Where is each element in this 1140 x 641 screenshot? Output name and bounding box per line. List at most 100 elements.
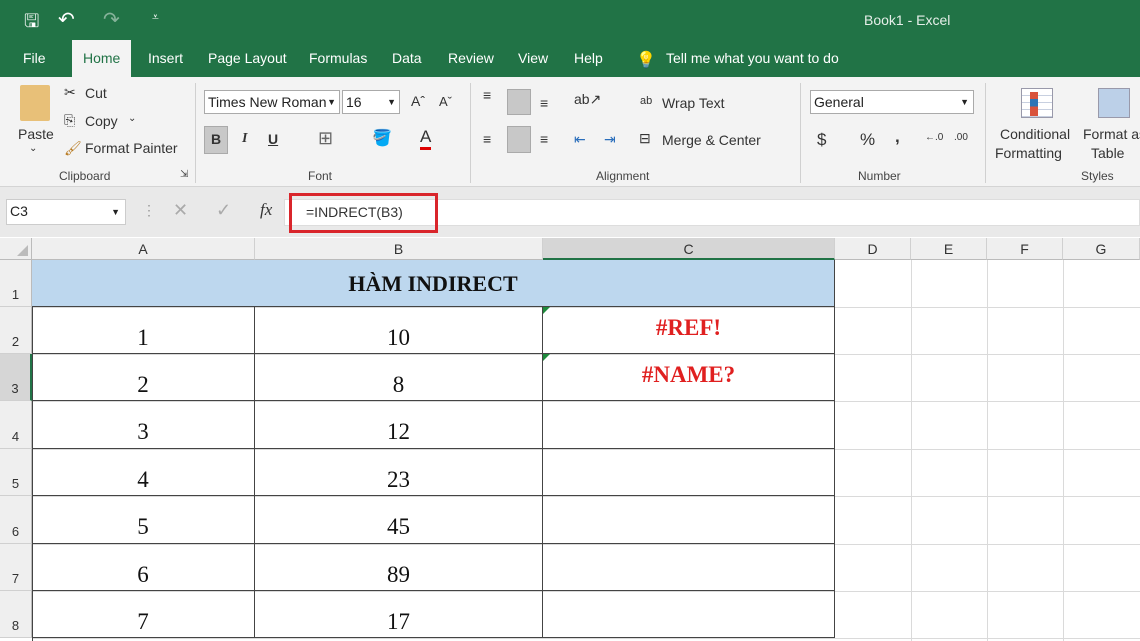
value-cell[interactable]: 17 — [255, 591, 543, 638]
borders-icon[interactable]: ⊞ — [318, 128, 333, 149]
increase-decimal-icon[interactable]: ←.0 — [925, 132, 943, 143]
conditional-formatting-label2[interactable]: Formatting — [995, 145, 1062, 161]
index-cell[interactable]: 1 — [32, 307, 255, 354]
copy-dropdown-icon[interactable]: ⌄ — [128, 113, 136, 124]
result-cell[interactable] — [543, 496, 835, 544]
value-cell[interactable]: 89 — [255, 544, 543, 591]
row-header-5[interactable]: 5 — [0, 449, 32, 496]
value-cell[interactable]: 10 — [255, 307, 543, 354]
title-bar: 🖫 ↶ ↷ ⩡ Book1 - Excel — [0, 0, 1140, 40]
underline-button[interactable]: U — [268, 131, 278, 147]
result-cell[interactable] — [543, 401, 835, 449]
column-header-b[interactable]: B — [255, 238, 543, 260]
error-indicator-icon[interactable] — [543, 354, 550, 361]
paste-dropdown-icon[interactable]: ⌄ — [29, 143, 37, 154]
row-header-1[interactable]: 1 — [0, 260, 32, 307]
index-cell[interactable]: 2 — [32, 354, 255, 401]
increase-font-size-icon[interactable]: Aˆ — [411, 93, 425, 109]
wrap-text-button[interactable]: Wrap Text — [662, 95, 725, 111]
bold-button[interactable]: B — [211, 131, 221, 147]
currency-button[interactable]: $ — [817, 130, 826, 150]
clipboard-launcher-icon[interactable]: ⇲ — [180, 169, 188, 180]
merge-center-button[interactable]: Merge & Center — [662, 132, 761, 148]
undo-icon[interactable]: ↶ — [58, 7, 75, 32]
customize-qat-icon[interactable]: ⩡ — [152, 10, 159, 25]
tab-data[interactable]: Data — [392, 50, 422, 66]
column-header-c[interactable]: C — [543, 238, 835, 260]
column-header-a[interactable]: A — [32, 238, 255, 260]
paste-icon[interactable] — [20, 85, 50, 121]
decrease-indent-icon[interactable]: ⇤ — [574, 131, 586, 148]
font-name-select[interactable]: Times New Roman ▼ — [204, 90, 340, 114]
align-left-icon[interactable]: ≡ — [483, 131, 491, 147]
error-indicator-icon[interactable] — [543, 307, 550, 314]
value-cell[interactable]: 45 — [255, 496, 543, 544]
merged-header-cell[interactable]: HÀM INDIRECT — [32, 260, 835, 307]
column-header-e[interactable]: E — [911, 238, 987, 260]
index-cell[interactable]: 3 — [32, 401, 255, 449]
result-cell[interactable] — [543, 449, 835, 496]
paste-button[interactable]: Paste — [18, 126, 54, 142]
redo-icon[interactable]: ↷ — [103, 7, 120, 32]
font-color-icon[interactable]: A — [420, 127, 432, 150]
tab-review[interactable]: Review — [448, 50, 494, 66]
index-cell[interactable]: 7 — [32, 591, 255, 638]
result-cell[interactable] — [543, 591, 835, 638]
row-header-2[interactable]: 2 — [0, 307, 32, 354]
italic-button[interactable]: I — [242, 131, 247, 147]
decrease-font-size-icon[interactable]: Aˇ — [439, 94, 452, 109]
index-cell[interactable]: 4 — [32, 449, 255, 496]
row-header-8[interactable]: 8 — [0, 591, 32, 638]
orientation-icon[interactable]: ab↗ — [574, 91, 601, 108]
decrease-decimal-icon[interactable]: .00 — [954, 132, 968, 143]
conditional-formatting-button[interactable]: Conditional — [1000, 126, 1070, 142]
format-as-table-button[interactable]: Format as — [1083, 126, 1140, 142]
increase-indent-icon[interactable]: ⇥ — [604, 131, 616, 148]
copy-button[interactable]: Copy — [85, 113, 118, 129]
column-header-d[interactable]: D — [835, 238, 911, 260]
enter-icon[interactable]: ✓ — [216, 200, 231, 221]
cancel-icon[interactable]: ✕ — [173, 200, 188, 221]
save-icon[interactable]: 🖫 — [24, 9, 39, 39]
value-cell[interactable]: 12 — [255, 401, 543, 449]
row-header-6[interactable]: 6 — [0, 496, 32, 544]
font-size-select[interactable]: 16 ▼ — [342, 90, 400, 114]
fill-color-icon[interactable]: 🪣 — [372, 128, 392, 148]
top-align-icon[interactable]: ≡ — [483, 87, 491, 103]
row-header-7[interactable]: 7 — [0, 544, 32, 591]
result-cell[interactable]: #NAME? — [543, 354, 835, 401]
tab-file[interactable]: File — [23, 50, 46, 66]
tab-formulas[interactable]: Formulas — [309, 50, 367, 66]
tab-insert[interactable]: Insert — [148, 50, 183, 66]
tab-home[interactable]: Home — [72, 40, 132, 77]
comma-button[interactable]: , — [895, 127, 900, 147]
bottom-align-icon[interactable]: ≡ — [540, 95, 548, 111]
align-right-icon[interactable]: ≡ — [540, 131, 548, 147]
formula-input[interactable]: =INDRECT(B3) — [306, 204, 403, 220]
column-header-g[interactable]: G — [1063, 238, 1140, 260]
middle-align-icon[interactable] — [507, 89, 531, 115]
result-cell[interactable]: #REF! — [543, 307, 835, 354]
index-cell[interactable]: 6 — [32, 544, 255, 591]
percent-button[interactable]: % — [860, 130, 875, 150]
name-box[interactable]: C3 ▼ — [6, 199, 126, 225]
result-cell[interactable] — [543, 544, 835, 591]
index-cell[interactable]: 5 — [32, 496, 255, 544]
insert-function-button[interactable]: fx — [260, 200, 272, 220]
select-all-button[interactable] — [0, 238, 32, 260]
format-as-table-label2[interactable]: Table — [1091, 145, 1124, 161]
cut-button[interactable]: Cut — [85, 85, 107, 101]
merge-center-icon: ⊟ — [639, 130, 651, 146]
format-painter-button[interactable]: Format Painter — [85, 140, 178, 156]
value-cell[interactable]: 8 — [255, 354, 543, 401]
value-cell[interactable]: 23 — [255, 449, 543, 496]
tab-view[interactable]: View — [518, 50, 548, 66]
tab-help[interactable]: Help — [574, 50, 603, 66]
tell-me-search[interactable]: Tell me what you want to do — [666, 50, 839, 66]
row-header-4[interactable]: 4 — [0, 401, 32, 449]
align-center-icon[interactable] — [507, 126, 531, 153]
row-header-3[interactable]: 3 — [0, 354, 32, 401]
number-format-select[interactable]: General ▼ — [810, 90, 974, 114]
column-header-f[interactable]: F — [987, 238, 1063, 260]
tab-page-layout[interactable]: Page Layout — [208, 50, 287, 66]
